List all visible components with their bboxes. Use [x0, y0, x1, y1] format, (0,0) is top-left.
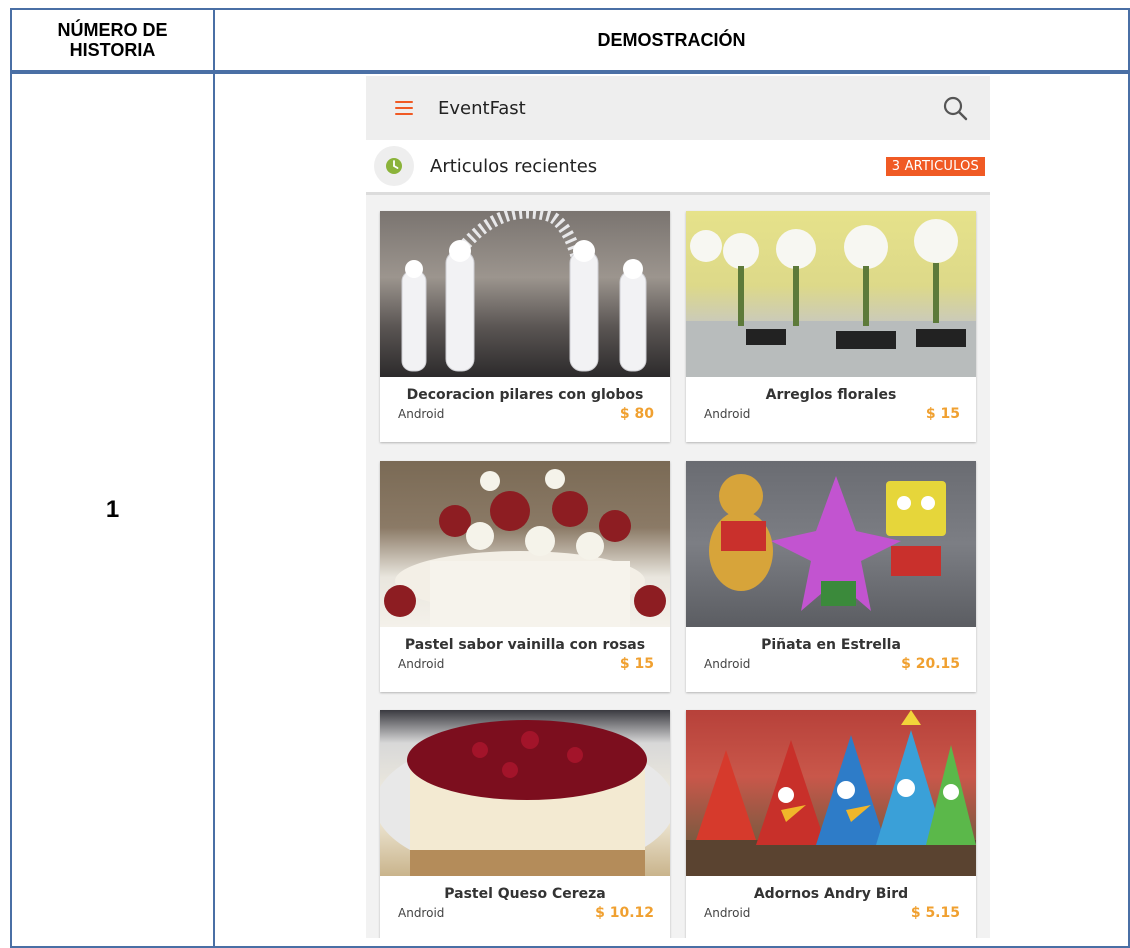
item-price: $ 80 [619, 406, 654, 422]
header-demo-label: DEMOSTRACIÓN [597, 30, 746, 50]
item-image [686, 710, 976, 876]
count-badge: 3 ARTICULOS [885, 157, 985, 176]
item-price: $ 5.15 [910, 905, 960, 921]
item-platform: Android [398, 407, 445, 421]
item-platform: Android [704, 657, 751, 671]
item-platform: Android [398, 906, 445, 920]
menu-icon[interactable] [395, 101, 413, 115]
item-price: $ 15 [925, 406, 960, 422]
header-demo: DEMOSTRACIÓN [213, 8, 1130, 74]
item-card[interactable]: Decoracion pilares con globos Android $ … [380, 211, 670, 442]
item-platform: Android [704, 407, 751, 421]
item-image [686, 461, 976, 627]
item-platform: Android [398, 657, 445, 671]
item-title: Adornos Andry Bird [753, 886, 909, 902]
header-story-number-line2: HISTORIA [69, 40, 156, 60]
item-card[interactable]: Adornos Andry Bird Android $ 5.15 [686, 710, 976, 938]
item-card[interactable]: Arreglos florales Android $ 15 [686, 211, 976, 442]
item-title: Piñata en Estrella [761, 637, 901, 653]
item-title: Pastel sabor vainilla con rosas [404, 637, 646, 653]
item-image [380, 461, 670, 627]
app-bar: EventFast [366, 76, 990, 140]
search-icon[interactable] [942, 95, 968, 121]
item-card[interactable]: Pastel Queso Cereza Android $ 10.12 [380, 710, 670, 938]
item-card[interactable]: Pastel sabor vainilla con rosas Android … [380, 461, 670, 692]
clock-icon [374, 146, 414, 186]
app-title: EventFast [438, 97, 526, 119]
story-number: 1 [10, 71, 215, 948]
item-title: Arreglos florales [765, 387, 897, 403]
header-story-number: NÚMERO DE HISTORIA [10, 8, 215, 74]
table-header-row: NÚMERO DE HISTORIA DEMOSTRACIÓN [10, 8, 1130, 74]
item-image [380, 710, 670, 876]
item-card[interactable]: Piñata en Estrella Android $ 20.15 [686, 461, 976, 692]
section-header: Articulos recientes 3 ARTICULOS [366, 140, 990, 195]
header-story-number-line1: NÚMERO DE [57, 20, 168, 40]
item-platform: Android [704, 906, 751, 920]
item-price: $ 20.15 [901, 656, 960, 672]
item-title: Pastel Queso Cereza [444, 886, 606, 902]
item-image [380, 211, 670, 377]
item-price: $ 10.12 [595, 905, 654, 921]
app-screenshot: EventFast Articulos recientes 3 ARTICULO… [366, 76, 990, 938]
section-title: Articulos recientes [430, 155, 598, 177]
item-image [686, 211, 976, 377]
item-price: $ 15 [619, 656, 654, 672]
item-title: Decoracion pilares con globos [406, 387, 644, 403]
